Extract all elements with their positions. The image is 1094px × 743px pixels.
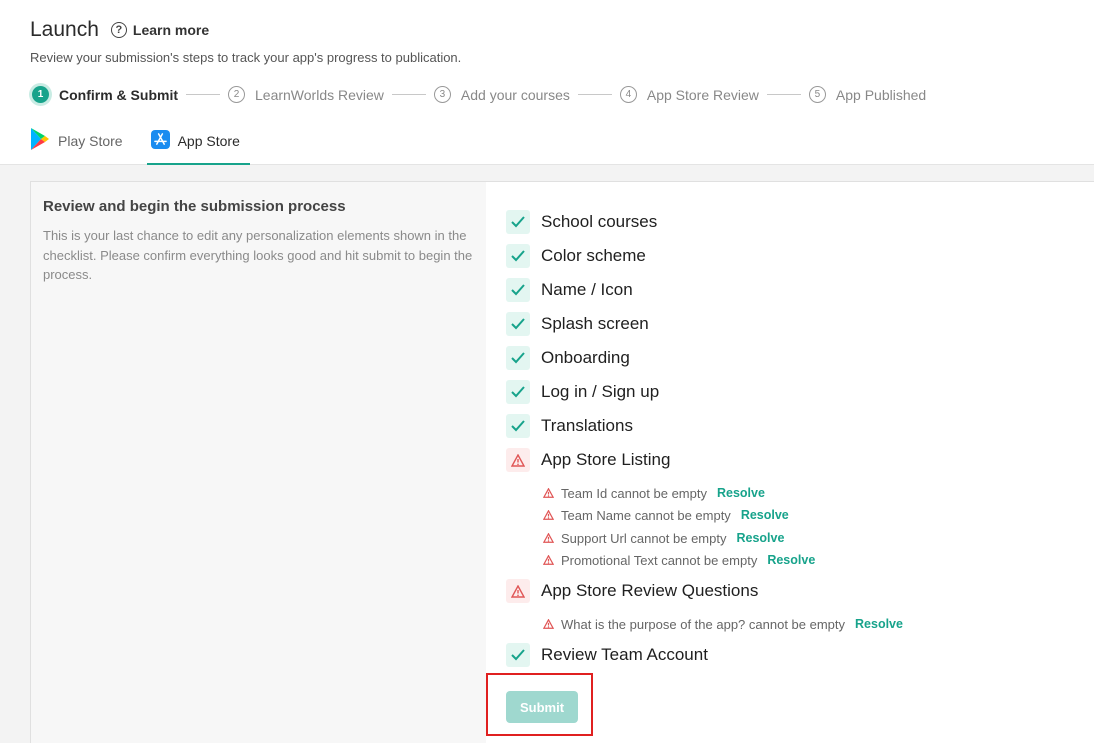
step-label: Confirm & Submit (59, 86, 178, 103)
step-number: 1 (32, 86, 49, 103)
page-header: Launch ? Learn more Review your submissi… (0, 0, 1094, 165)
checklist-label: Color scheme (541, 246, 646, 265)
step-label: LearnWorlds Review (255, 86, 384, 103)
step-app-store-review: 4 App Store Review (619, 86, 759, 103)
step-confirm-submit: 1 Confirm & Submit (32, 86, 178, 103)
main-content: Review and begin the submission process … (0, 165, 1094, 743)
check-icon (506, 278, 530, 302)
error-text: Team Name cannot be empty (561, 507, 731, 523)
check-icon (506, 643, 530, 667)
check-icon (506, 380, 530, 404)
error-item: Promotional Text cannot be empty Resolve (543, 551, 815, 569)
checklist-item-onboarding: Onboarding (506, 345, 630, 371)
step-label: App Store Review (646, 86, 759, 103)
checklist-panel: School courses Color scheme Name / Icon … (486, 181, 1094, 743)
checklist-label: Review Team Account (541, 645, 708, 664)
panel-description: This is your last chance to edit any per… (43, 228, 473, 282)
tab-play-store[interactable]: Play Store (30, 127, 133, 165)
error-text: Promotional Text cannot be empty (561, 552, 758, 568)
step-connector (186, 94, 220, 95)
checklist-label: App Store Review Questions (541, 581, 759, 600)
progress-stepper: 1 Confirm & Submit 2 LearnWorlds Review … (32, 86, 926, 103)
submit-button[interactable]: Submit (506, 691, 578, 723)
step-number: 2 (228, 86, 245, 103)
checklist-label: Log in / Sign up (541, 382, 660, 401)
step-number: 3 (433, 86, 451, 103)
warning-triangle-icon (543, 510, 554, 520)
step-connector (391, 94, 426, 95)
checklist-label: Name / Icon (541, 280, 633, 299)
step-connector (766, 94, 801, 95)
page-title: Launch (30, 18, 99, 41)
help-circle-icon[interactable]: ? (110, 22, 127, 38)
checklist-label: App Store Listing (541, 450, 671, 469)
checklist-label: School courses (541, 212, 658, 231)
checklist-item-splash-screen: Splash screen (506, 311, 649, 337)
step-app-published: 5 App Published (808, 86, 927, 103)
warning-triangle-icon (506, 579, 530, 603)
step-add-courses: 3 Add your courses (433, 86, 570, 103)
warning-triangle-icon (506, 448, 530, 472)
error-item: Team Id cannot be empty Resolve (543, 484, 765, 502)
tab-app-store[interactable]: App Store (146, 127, 250, 165)
tab-label: App Store (177, 133, 240, 149)
check-icon (506, 210, 530, 234)
error-text: Team Id cannot be empty (561, 485, 707, 501)
checklist-label: Splash screen (541, 314, 649, 333)
step-connector (577, 94, 612, 95)
step-number: 5 (808, 86, 826, 103)
step-label: Add your courses (460, 86, 570, 103)
warning-triangle-icon (543, 533, 554, 543)
step-learnworlds-review: 2 LearnWorlds Review (228, 86, 384, 103)
error-item: Team Name cannot be empty Resolve (543, 506, 789, 524)
error-item: Support Url cannot be empty Resolve (543, 529, 784, 547)
error-text: What is the purpose of the app? cannot b… (561, 616, 846, 632)
app-store-icon (150, 130, 170, 149)
check-icon (506, 346, 530, 370)
info-panel: Review and begin the submission process … (30, 181, 486, 743)
checklist-item-color-scheme: Color scheme (506, 243, 646, 269)
checklist-item-name-icon: Name / Icon (506, 277, 633, 303)
checklist-item-review-team-account: Review Team Account (506, 642, 708, 668)
step-number: 4 (619, 86, 637, 103)
resolve-link[interactable]: Resolve (767, 553, 815, 567)
panel-title: Review and begin the submission process (43, 198, 346, 215)
checklist-item-translations: Translations (506, 413, 633, 439)
checklist-label: Translations (541, 416, 633, 435)
error-text: Support Url cannot be empty (561, 530, 727, 546)
submit-highlight: Submit (486, 673, 593, 736)
checklist-item-app-store-review-questions: App Store Review Questions (506, 578, 758, 604)
resolve-link[interactable]: Resolve (717, 486, 765, 500)
page-subtitle: Review your submission's steps to track … (30, 50, 462, 65)
error-item: What is the purpose of the app? cannot b… (543, 615, 903, 633)
play-store-icon (31, 128, 49, 150)
warning-triangle-icon (543, 619, 554, 629)
store-tabs: Play Store App Store (30, 127, 264, 165)
resolve-link[interactable]: Resolve (855, 617, 903, 631)
check-icon (506, 244, 530, 268)
resolve-link[interactable]: Resolve (741, 508, 789, 522)
check-icon (506, 414, 530, 438)
checklist-item-app-store-listing: App Store Listing (506, 447, 670, 473)
warning-triangle-icon (543, 488, 554, 498)
resolve-link[interactable]: Resolve (736, 531, 784, 545)
tab-label: Play Store (58, 133, 123, 149)
check-icon (506, 312, 530, 336)
checklist-label: Onboarding (541, 348, 630, 367)
warning-triangle-icon (543, 555, 554, 565)
checklist-item-login-signup: Log in / Sign up (506, 379, 659, 405)
title-row: Launch ? Learn more (30, 18, 209, 42)
learn-more-link[interactable]: Learn more (133, 22, 209, 38)
step-label: App Published (835, 86, 927, 103)
checklist-item-school-courses: School courses (506, 209, 657, 235)
